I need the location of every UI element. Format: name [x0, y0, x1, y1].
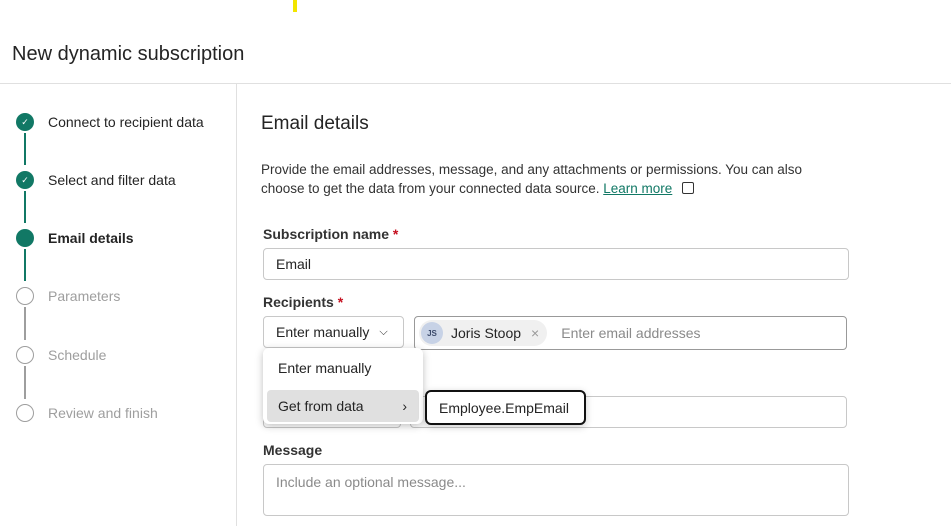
- divider: [236, 84, 237, 526]
- step-email-details[interactable]: Email details: [16, 229, 134, 247]
- check-icon: ✓: [16, 113, 34, 131]
- chevron-down-icon: ⌵: [379, 325, 388, 338]
- current-step-icon: [16, 229, 34, 247]
- menu-item-get-from-data[interactable]: Get from data ›: [267, 390, 419, 422]
- step-parameters[interactable]: Parameters: [16, 287, 120, 305]
- subscription-name-input[interactable]: Email: [263, 248, 849, 280]
- circle-icon: [16, 346, 34, 364]
- recipient-chip: JS Joris Stoop ×: [419, 320, 548, 346]
- circle-icon: [16, 287, 34, 305]
- recipients-label: Recipients *: [263, 294, 344, 310]
- step-connector: [24, 249, 26, 281]
- page-title: New dynamic subscription: [12, 43, 245, 65]
- message-label: Message: [263, 442, 323, 458]
- divider: [0, 83, 951, 84]
- recipients-mode-dropdown[interactable]: Enter manually ⌵: [263, 316, 404, 348]
- subscription-name-label: Subscription name *: [263, 226, 399, 242]
- step-connector: [24, 191, 26, 223]
- description: Provide the email addresses, message, an…: [261, 162, 803, 196]
- close-icon[interactable]: ×: [531, 325, 539, 341]
- section-heading: Email details: [261, 113, 369, 134]
- avatar: JS: [421, 322, 443, 344]
- step-select-filter[interactable]: ✓ Select and filter data: [16, 171, 176, 189]
- step-review[interactable]: Review and finish: [16, 404, 158, 422]
- submenu-item-employee-email[interactable]: Employee.EmpEmail: [425, 390, 586, 425]
- step-connector: [24, 133, 26, 165]
- step-connector: [24, 307, 26, 340]
- menu-item-enter-manually[interactable]: Enter manually: [267, 352, 419, 384]
- check-icon: ✓: [16, 171, 34, 189]
- message-input[interactable]: Include an optional message...: [263, 464, 849, 516]
- circle-icon: [16, 404, 34, 422]
- recipients-mode-menu: Enter manually Get from data ›: [263, 348, 423, 424]
- highlight-mark: [293, 0, 297, 12]
- step-schedule[interactable]: Schedule: [16, 346, 106, 364]
- external-link-icon: [682, 182, 695, 194]
- recipients-input[interactable]: JS Joris Stoop × Enter email addresses: [414, 316, 847, 350]
- learn-more-link[interactable]: Learn more: [603, 181, 672, 196]
- step-connector: [24, 366, 26, 399]
- step-connect[interactable]: ✓ Connect to recipient data: [16, 113, 204, 131]
- chevron-right-icon: ›: [402, 398, 407, 414]
